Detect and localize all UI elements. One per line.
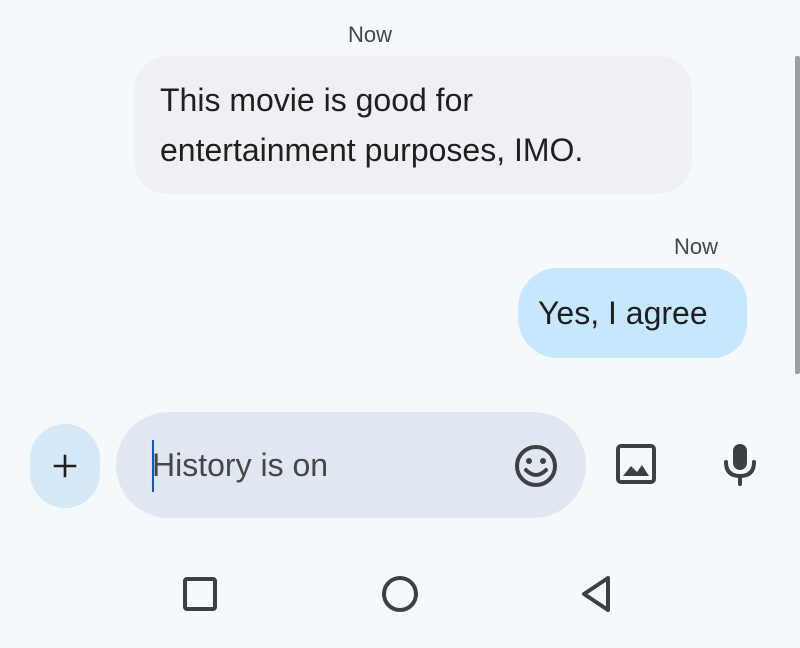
message-line: This movie is good for [160, 82, 474, 118]
message-line: entertainment purposes, IMO. [160, 132, 584, 168]
recents-square-icon[interactable] [176, 570, 224, 618]
timestamp-incoming: Now [348, 22, 393, 47]
message-bubble-incoming[interactable]: This movie is good for entertainment pur… [134, 56, 692, 194]
back-triangle-icon[interactable] [574, 570, 622, 618]
message-input[interactable] [152, 442, 492, 488]
emoji-icon[interactable] [512, 442, 560, 490]
message-bubble-outgoing[interactable]: Yes, I agree [518, 268, 747, 358]
scrollbar[interactable] [795, 56, 800, 374]
image-icon[interactable] [612, 440, 660, 488]
text-cursor [152, 440, 154, 492]
compose-field[interactable] [116, 412, 586, 518]
mic-icon[interactable] [716, 440, 764, 488]
home-circle-icon[interactable] [376, 570, 424, 618]
timestamp-outgoing: Now [674, 234, 719, 259]
add-attachment-button[interactable] [30, 424, 100, 508]
plus-icon [53, 454, 77, 478]
message-text: Yes, I agree [538, 295, 708, 331]
